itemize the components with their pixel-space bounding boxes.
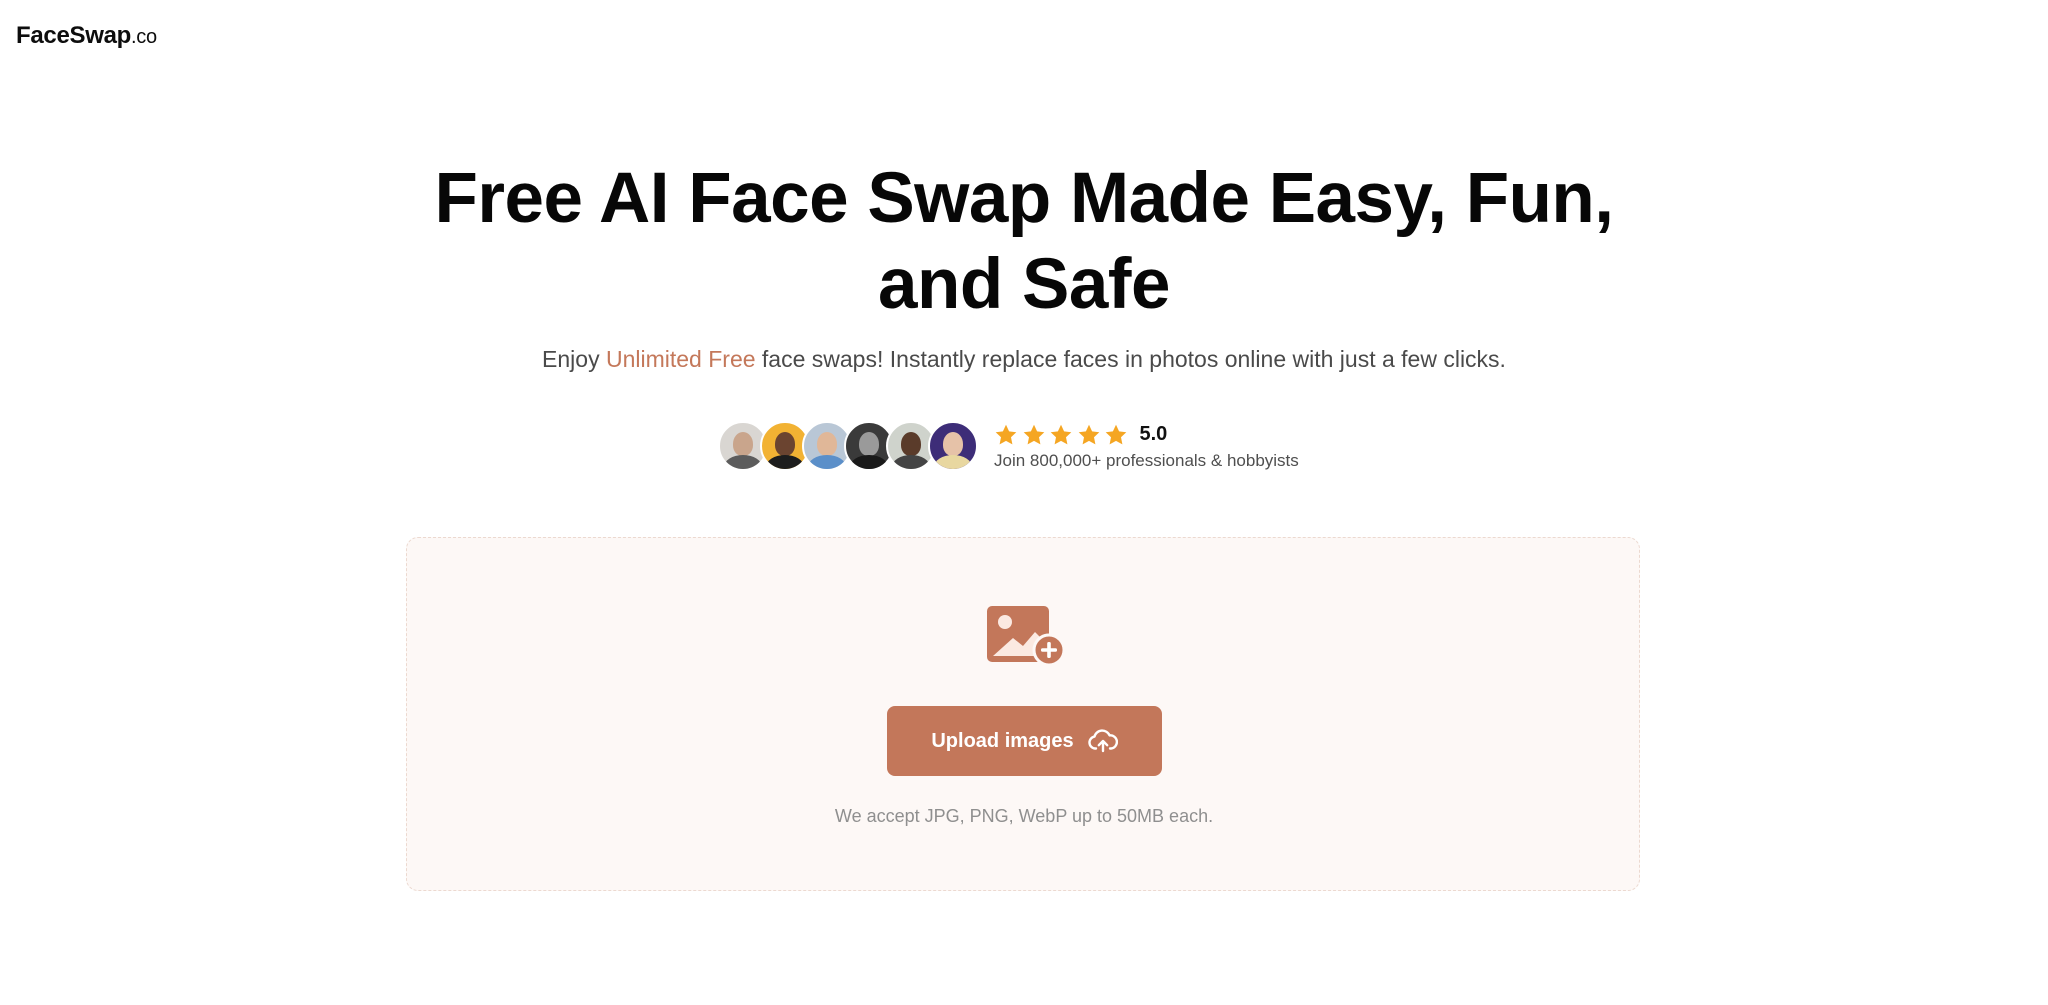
avatar-group bbox=[718, 421, 978, 471]
cloud-upload-icon bbox=[1087, 729, 1118, 753]
star-icon bbox=[1078, 424, 1099, 444]
page-subtitle: Enjoy Unlimited Free face swaps! Instant… bbox=[0, 346, 2048, 373]
brand-name: FaceSwap bbox=[16, 22, 131, 49]
star-icon bbox=[1050, 424, 1072, 444]
star-icon bbox=[1023, 424, 1044, 444]
rating-caption: Join 800,000+ professionals & hobbyists bbox=[994, 450, 1299, 470]
upload-images-button[interactable]: Upload images bbox=[887, 706, 1162, 776]
rating-block: 5.0 Join 800,000+ professionals & hobbyi… bbox=[994, 422, 1299, 471]
subtitle-rest: face swaps! Instantly replace faces in p… bbox=[755, 346, 1506, 372]
subtitle-lead: Enjoy bbox=[542, 346, 606, 372]
rating-value: 5.0 bbox=[1139, 423, 1168, 445]
page-title: Free AI Face Swap Made Easy, Fun, and Sa… bbox=[0, 156, 2048, 328]
avatar bbox=[928, 421, 978, 471]
page: FaceSwap.co Free AI Face Swap Made Easy,… bbox=[0, 0, 2048, 1005]
star-rating: 5.0 bbox=[994, 422, 1299, 448]
page-title-line-2: and Safe bbox=[878, 245, 1170, 324]
accepted-formats-note: We accept JPG, PNG, WebP up to 50MB each… bbox=[834, 806, 1214, 826]
social-proof: 5.0 Join 800,000+ professionals & hobbyi… bbox=[718, 420, 1299, 472]
upload-dropzone[interactable]: Upload images We accept JPG, PNG, WebP u… bbox=[406, 537, 1640, 891]
star-icon bbox=[995, 424, 1017, 444]
brand-tld: .co bbox=[131, 26, 157, 48]
page-title-line-1: Free AI Face Swap Made Easy, Fun, bbox=[434, 159, 1614, 238]
image-plus-icon bbox=[987, 606, 1065, 666]
star-icon bbox=[1105, 424, 1127, 444]
upload-button-label: Upload images bbox=[931, 729, 1074, 752]
subtitle-highlight: Unlimited Free bbox=[605, 346, 756, 372]
brand-logo[interactable]: FaceSwap.co bbox=[16, 22, 157, 50]
